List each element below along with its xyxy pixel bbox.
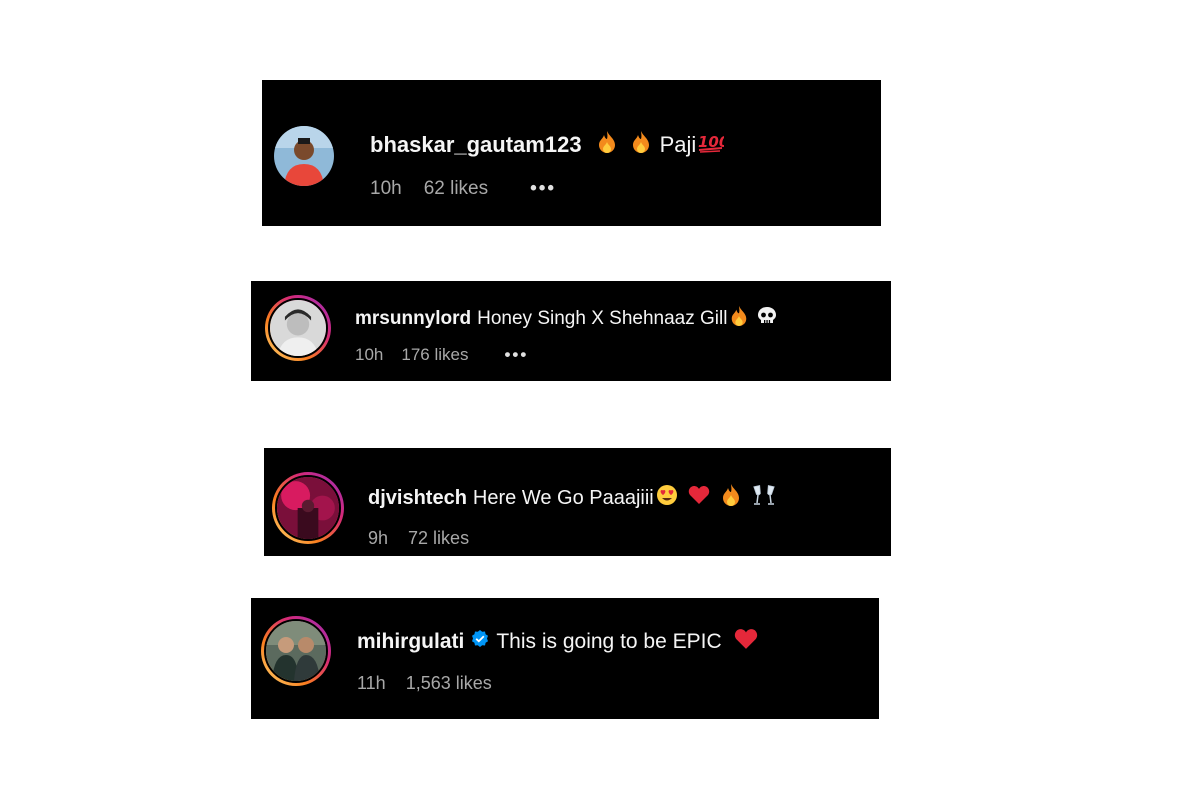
like-count[interactable]: 176 likes [401, 345, 468, 365]
comment-line: mihirgulati This is going to be EPIC [357, 628, 758, 656]
comment-time: 10h [355, 345, 384, 364]
fire-emoji [630, 130, 652, 160]
comment-text: Paji [659, 132, 697, 157]
comment-line: djvishtech Here We Go Paaajiii [368, 483, 776, 513]
comment-meta: 9h 72 likes [368, 528, 491, 549]
comment-line: mrsunnylord Honey Singh X Shehnaaz Gill [355, 305, 777, 333]
red-heart-emoji [734, 628, 758, 656]
comment-card: djvishtech Here We Go Paaajiii 9h 72 lik… [264, 448, 891, 556]
like-count[interactable]: 72 likes [408, 528, 469, 549]
comment-text: This is going to be EPIC [496, 630, 722, 653]
comment-card: mihirgulati This is going to be EPIC 11h… [251, 598, 879, 719]
fire-emoji [729, 305, 749, 333]
avatar[interactable] [274, 126, 334, 186]
avatar[interactable] [272, 472, 344, 544]
red-heart-emoji [688, 485, 710, 511]
comment-meta: 11h 1,563 likes [357, 673, 514, 694]
avatar[interactable] [261, 616, 331, 686]
username[interactable]: djvishtech [368, 487, 467, 510]
like-count[interactable]: 1,563 likes [406, 673, 492, 694]
fire-emoji [720, 483, 742, 513]
comment-time: 11h [357, 673, 386, 693]
username[interactable]: bhaskar_gautam123 [370, 132, 582, 158]
clinking-glasses-emoji [752, 484, 776, 512]
like-count[interactable]: 62 likes [424, 178, 488, 200]
username[interactable]: mrsunnylord [355, 308, 471, 330]
avatar[interactable] [265, 295, 331, 361]
fire-emoji [596, 130, 618, 160]
comment-text: Honey Singh X Shehnaaz Gill [477, 308, 728, 329]
comment-meta: 10h 62 likes ••• [370, 178, 578, 200]
verified-badge-icon [470, 629, 490, 655]
comment-time: 10h [370, 178, 402, 199]
skull-emoji [757, 306, 777, 332]
comment-line: bhaskar_gautam123 Paji 100 [370, 130, 730, 160]
comment-card: bhaskar_gautam123 Paji 100 10h 62 likes … [262, 80, 881, 226]
comment-card: mrsunnylord Honey Singh X Shehnaaz Gill … [251, 281, 891, 381]
heart-eyes-emoji [656, 484, 678, 512]
username[interactable]: mihirgulati [357, 630, 464, 654]
hundred-points-emoji: 100 [698, 131, 730, 159]
comment-time: 9h [368, 528, 389, 548]
more-options-icon[interactable]: ••• [530, 178, 556, 200]
comment-meta: 10h 176 likes ••• [355, 345, 550, 365]
comment-text: Here We Go Paaajiii [472, 486, 654, 509]
more-options-icon[interactable]: ••• [504, 345, 528, 365]
